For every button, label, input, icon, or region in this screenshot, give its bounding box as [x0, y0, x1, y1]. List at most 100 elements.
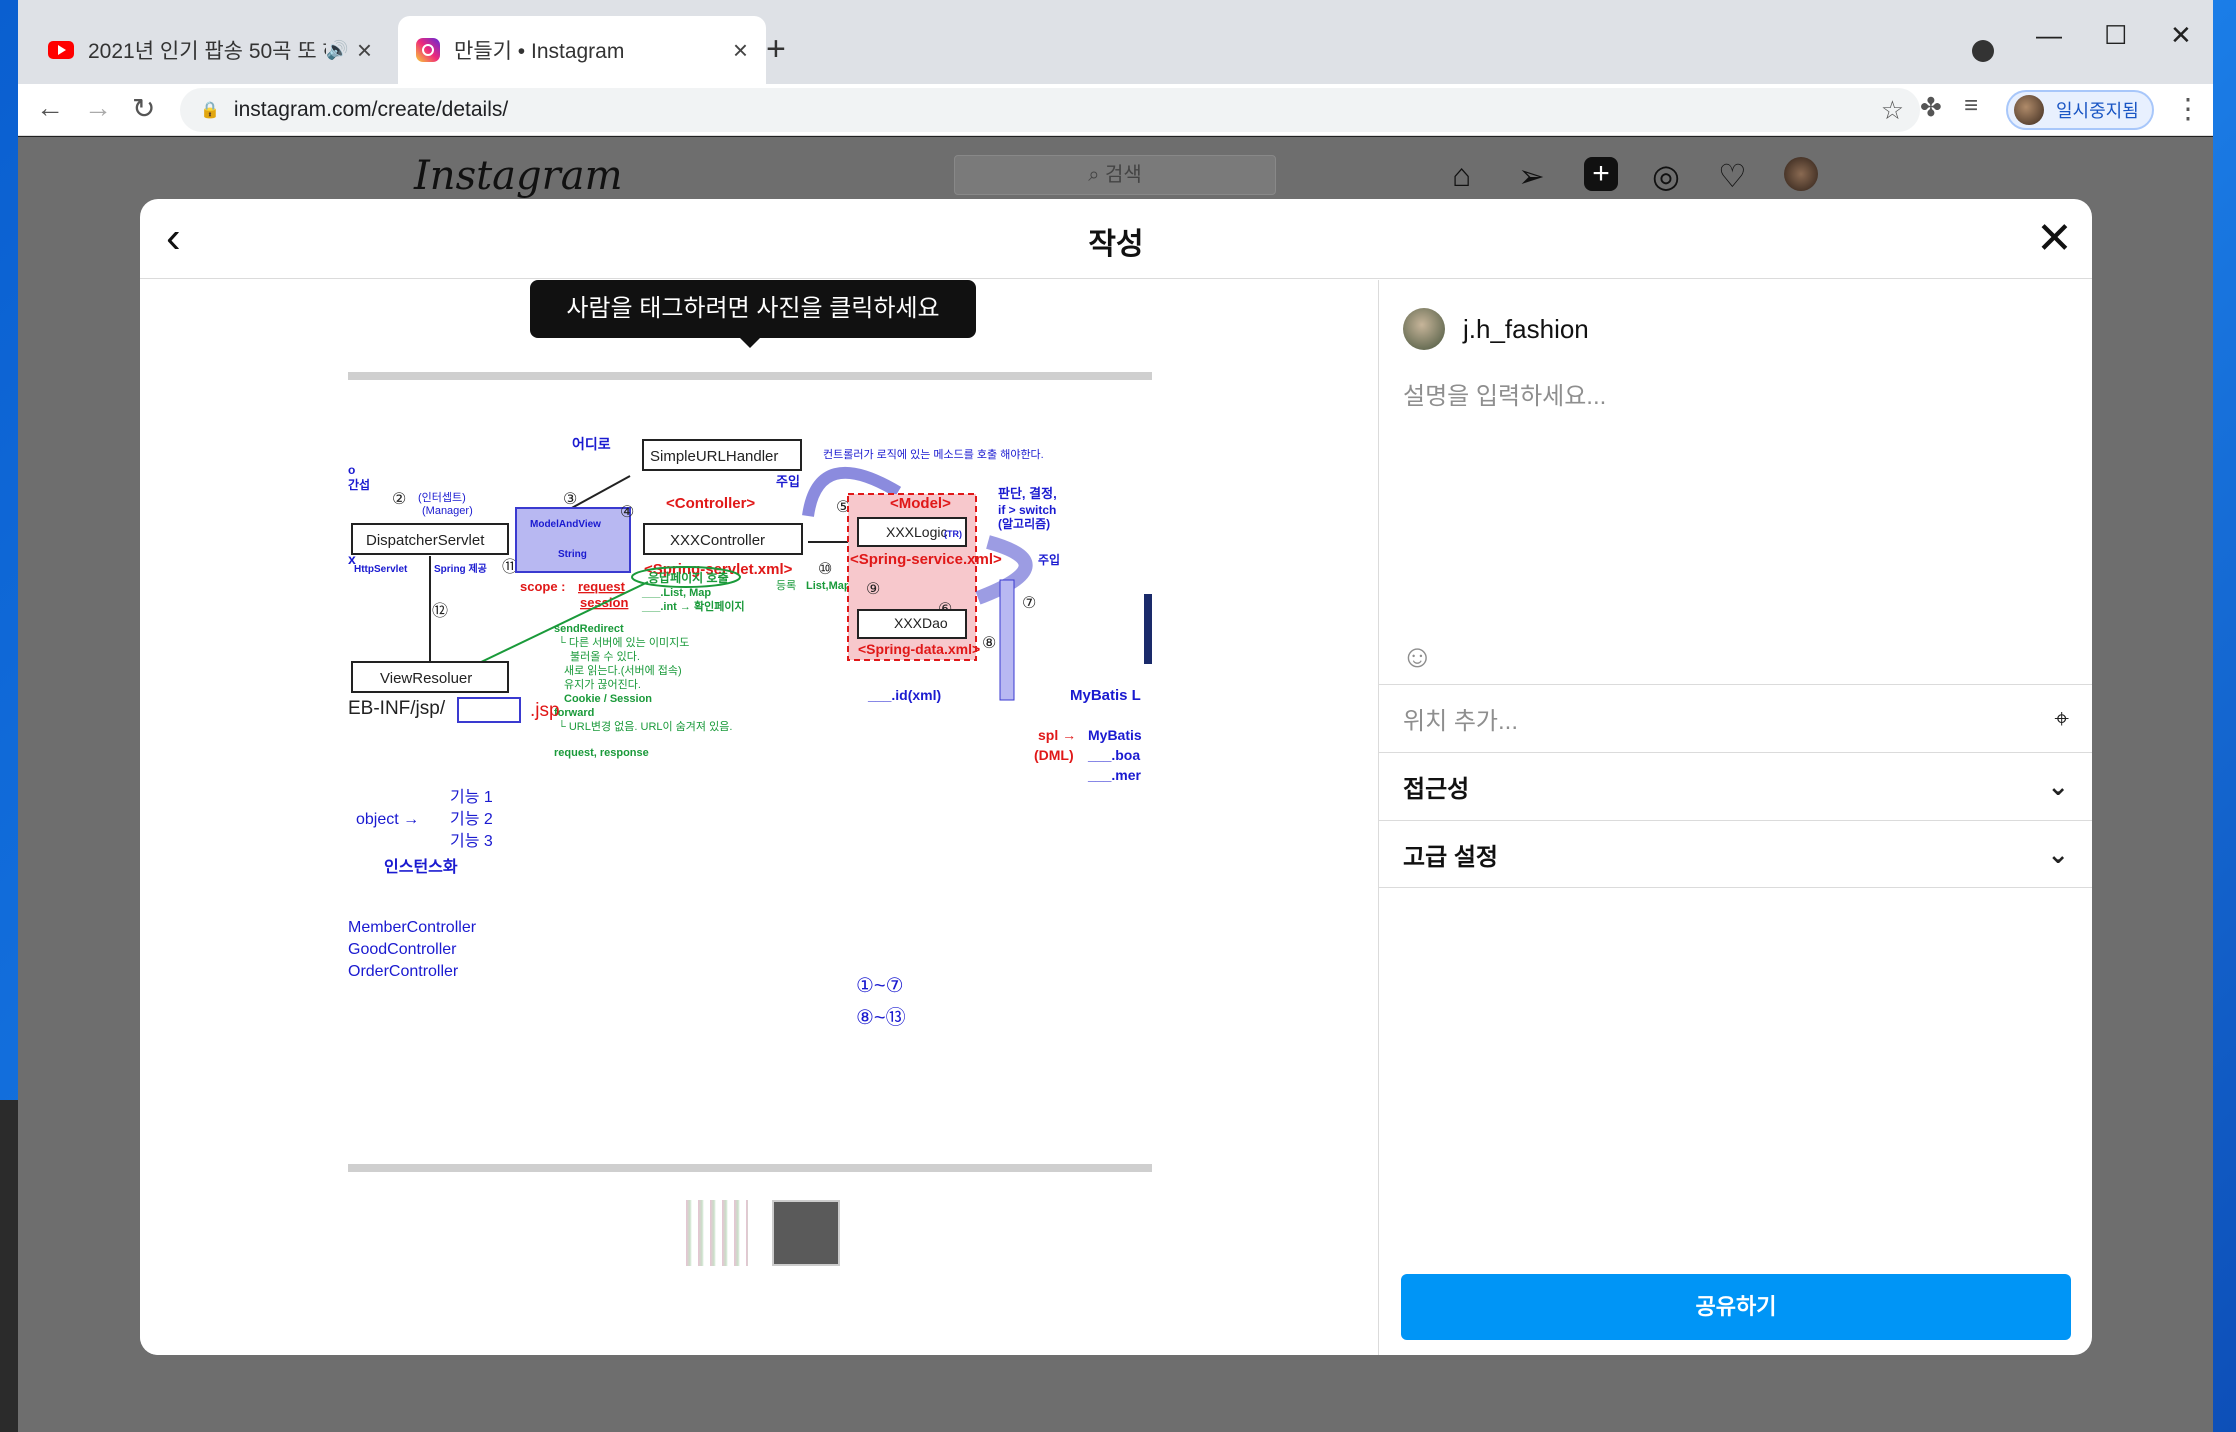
close-tab-icon[interactable]: × [357, 35, 372, 66]
caption-input[interactable]: 설명을 입력하세요... [1403, 376, 1606, 411]
request-label: request [578, 579, 626, 594]
num-9: ⑨ [866, 581, 880, 598]
browser-window: 2021년 인기 팝송 50곡 또 하 🔊 × 만들기 • Instagram … [18, 0, 2213, 1432]
maximize-button[interactable]: ☐ [2104, 20, 2127, 51]
redirect-line-4: 유지가 끊어진다. [564, 678, 641, 691]
judge-label: 판단, 결정, [998, 486, 1057, 501]
reload-icon[interactable]: ↻ [132, 92, 155, 125]
redirect-line-3: 새로 읽는다.(서버에 접속) [564, 664, 682, 677]
spl-label: spl → [1038, 727, 1076, 743]
listmap2-label: ___.List, Map [641, 587, 711, 599]
emoji-icon[interactable]: ☺ [1401, 638, 1434, 675]
tab-title: 만들기 • Instagram [454, 40, 625, 63]
url-text[interactable]: instagram.com/create/details/ [234, 98, 508, 122]
tab-youtube[interactable]: 2021년 인기 팝송 50곡 또 하 🔊 × [30, 16, 390, 84]
user-row: j.h_fashion [1403, 308, 1589, 350]
spring-provided-label: Spring 제공 [434, 562, 487, 575]
lock-icon: 🔒 [200, 102, 220, 119]
instagram-logo[interactable]: Instagram [414, 153, 623, 199]
redirect-line-2: 불러올 수 있다. [570, 650, 640, 663]
xxxcontroller-label: XXXController [670, 532, 765, 549]
dispatcher-label: DispatcherServlet [366, 532, 485, 549]
avatar[interactable] [1784, 157, 1818, 191]
new-post-icon[interactable]: + [1584, 157, 1618, 191]
mem-label: ___.mer [1087, 767, 1141, 783]
close-tab-icon[interactable]: × [733, 35, 748, 66]
num-3: ③ [563, 491, 577, 508]
menu-icon[interactable]: ⋮ [2174, 92, 2202, 125]
register-label: 등록 [776, 579, 796, 592]
search-input[interactable]: ⌕ 검색 [954, 155, 1276, 195]
xxxlogic-label: XXXLogic [886, 524, 947, 540]
create-post-modal: ‹ 작성 ✕ 사람을 태그하려면 사진을 클릭하세요 SimpleURLHand… [140, 199, 2092, 1355]
cookie-label: Cookie / Session [564, 693, 652, 705]
left-o: o [348, 463, 355, 477]
func2-label: 기능 2 [450, 810, 493, 828]
modal-header: ‹ 작성 ✕ [140, 199, 2092, 279]
object-label: object → [356, 811, 419, 828]
instagram-favicon-icon [416, 38, 440, 62]
details-panel: j.h_fashion 설명을 입력하세요... ☺ 위치 추가... ⌖ 접근… [1378, 280, 2092, 1355]
thumbnail-2[interactable] [772, 1200, 840, 1266]
accessibility-section[interactable]: 접근성 ⌄ [1379, 752, 2092, 820]
profile-button[interactable]: 일시중지됨 [2006, 90, 2154, 130]
xxxdao-label: XXXDao [894, 615, 948, 631]
location-field[interactable]: 위치 추가... ⌖ [1379, 684, 2092, 752]
good-label: GoodController [348, 941, 457, 958]
address-bar[interactable]: 🔒 instagram.com/create/details/ ☆ [180, 88, 1920, 132]
photo-panel: 사람을 태그하려면 사진을 클릭하세요 SimpleURLHandler 어디로… [140, 280, 1378, 1355]
num-10: ⑩ [818, 561, 832, 578]
spring-mvc-diagram: SimpleURLHandler 어디로 컨트롤러가 로직에 있는 메소드를 호… [348, 436, 1152, 1029]
home-icon[interactable]: ⌂ [1452, 157, 1471, 194]
member-label: MemberController [348, 919, 477, 936]
share-button[interactable]: 공유하기 [1401, 1274, 2071, 1340]
tab-search-icon[interactable] [1972, 40, 1994, 62]
speaker-icon[interactable]: 🔊 [326, 40, 348, 61]
tab-instagram[interactable]: 만들기 • Instagram × [398, 16, 766, 84]
minimize-button[interactable]: — [2036, 20, 2062, 51]
back-icon[interactable]: ← [36, 92, 64, 124]
tooltip-arrow [740, 338, 760, 348]
forward-icon[interactable]: → [84, 92, 112, 124]
close-icon[interactable]: ✕ [2036, 213, 2073, 264]
explore-icon[interactable]: ◎ [1652, 157, 1680, 195]
num-2: ② [392, 491, 406, 508]
func3-label: 기능 3 [450, 832, 493, 850]
num-7: ⑦ [1022, 595, 1036, 612]
location-pin-icon: ⌖ [2054, 702, 2069, 733]
profile-label: 일시중지됨 [2056, 101, 2139, 121]
advanced-label: 고급 설정 [1403, 843, 1498, 871]
chevron-down-icon: ⌄ [2047, 771, 2069, 801]
order-label: OrderController [348, 963, 459, 980]
boa-label: ___.boa [1087, 747, 1140, 763]
num-8: ⑧ [982, 635, 996, 652]
manager-label: (Manager) [422, 505, 473, 517]
thumbnail-1[interactable] [680, 1200, 748, 1266]
youtube-favicon-icon [48, 41, 74, 59]
extension-icon[interactable]: ✤ [1920, 92, 1942, 123]
string-label: String [558, 549, 587, 560]
direct-icon[interactable]: ➢ [1518, 157, 1545, 195]
left-gan: 간섭 [348, 477, 370, 492]
star-icon[interactable]: ☆ [1881, 95, 1904, 126]
close-window-button[interactable]: ✕ [2170, 20, 2192, 51]
search-placeholder: 검색 [1104, 164, 1142, 186]
divider [348, 372, 1152, 380]
avatar [1403, 308, 1445, 350]
num-12: ⑫ [432, 602, 448, 620]
inject-label-1: 주입 [776, 474, 800, 489]
heart-icon[interactable]: ♡ [1718, 157, 1747, 195]
advanced-settings-section[interactable]: 고급 설정 ⌄ [1379, 820, 2092, 888]
chevron-down-icon: ⌄ [2047, 838, 2069, 869]
int-confirm-label: ___.int → 확인페이지 [641, 599, 745, 613]
handler-label: SimpleURLHandler [650, 448, 778, 465]
forward-line-1: └ URL변경 없음. URL이 숨겨져 있음. [558, 719, 732, 733]
new-tab-button[interactable]: + [766, 30, 786, 69]
media-icon[interactable]: ≡ [1964, 92, 1978, 120]
background-editor-window [0, 1100, 18, 1432]
modal-title: 작성 [1088, 228, 1144, 261]
post-photo[interactable]: SimpleURLHandler 어디로 컨트롤러가 로직에 있는 메소드를 호… [348, 372, 1152, 1172]
interceptor-label: (인터셉트) [418, 491, 466, 504]
data-xml-label: <Spring-data.xml> [858, 641, 980, 657]
algorithm-label: (알고리즘) [998, 516, 1050, 531]
